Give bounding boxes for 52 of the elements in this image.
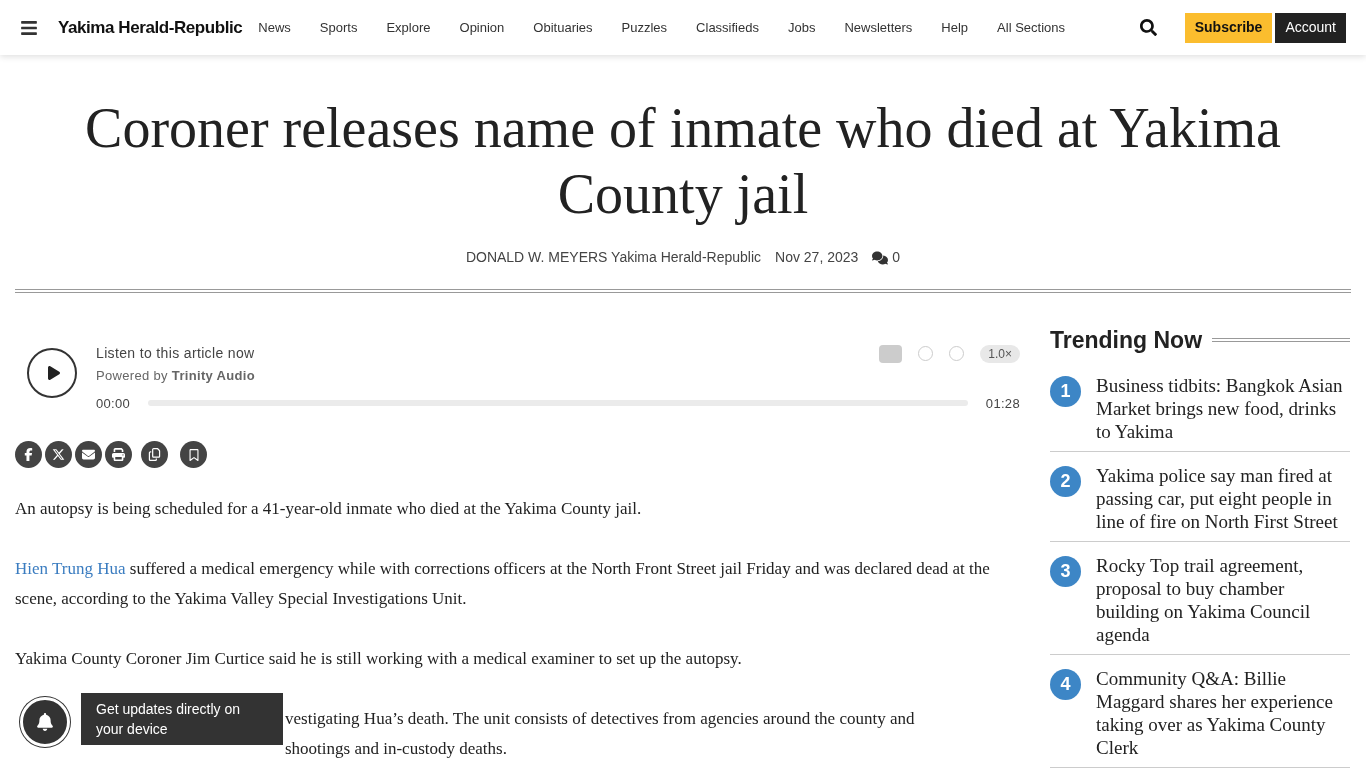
site-logo[interactable]: Yakima Herald-Republic [58, 14, 243, 41]
subscribe-button[interactable]: Subscribe [1184, 12, 1273, 43]
nav-link[interactable]: Help [941, 17, 969, 38]
comment-count[interactable]: 0 [892, 247, 901, 268]
email-icon[interactable] [75, 441, 102, 468]
menu-icon[interactable] [20, 18, 38, 37]
article-paragraph: Yakima County Coroner Jim Curtice said he is still working with a medical examiner to set up the autopsy. [15, 648, 743, 670]
play-button[interactable] [27, 348, 77, 398]
speed-button[interactable]: 1.0× [980, 344, 1020, 363]
account-button[interactable]: Account [1275, 12, 1346, 43]
notification-bell-button[interactable] [20, 697, 70, 747]
copy-icon[interactable] [141, 441, 168, 468]
x-icon[interactable] [45, 441, 72, 468]
person-link[interactable]: Hien Trung Hua [15, 559, 126, 578]
trending-story-link[interactable]: Rocky Top trail agreement, proposal to buy chamber building on Yakima Council agenda [1096, 553, 1350, 646]
bell-icon [36, 713, 54, 731]
nav-link[interactable]: Sports [319, 17, 358, 38]
rank-badge: 4 [1050, 668, 1081, 700]
nav-link[interactable]: Explore [386, 17, 431, 38]
nav-link[interactable]: Jobs [787, 17, 816, 38]
article-text-line: vestigating Hua’s death. The unit consists of detectives from agencies around the county and [285, 708, 916, 730]
publish-date: Nov 27, 2023 [775, 248, 859, 267]
audio-title: Listen to this article now [96, 344, 255, 363]
trending-story-link[interactable]: Community Q&A: Billie Maggard shares her experience taking over as Yakima County Clerk [1096, 666, 1350, 759]
byline: DONALD W. MEYERS Yakima Herald-Republic [465, 248, 762, 267]
rank-badge: 1 [1050, 375, 1081, 407]
comments-icon[interactable] [872, 249, 889, 266]
powered-by: Powered by Trinity Audio [96, 367, 257, 385]
article-paragraph: Hien Trung Hua suffered a medical emergency while with corrections officers at the North Front Street jail Friday and was declared dead at the scene, according to the Yakima Valley Special Investigations Unit. [15, 558, 991, 610]
trending-story-link[interactable]: Yakima police say man fired at passing car, put eight people in line of fire on North First Street [1096, 463, 1350, 533]
nav-link[interactable]: Classifieds [696, 17, 759, 38]
nav-link[interactable]: Opinion [459, 17, 505, 38]
current-time: 00:00 [96, 394, 131, 413]
bookmark-icon[interactable] [180, 441, 207, 468]
nav-link[interactable]: News [258, 17, 291, 38]
article-text-line: shootings and in-custody deaths. [285, 738, 508, 760]
print-icon[interactable] [105, 441, 132, 468]
article-title: Coroner releases name of inmate who died at Yakima County jail [84, 96, 1282, 227]
notification-tooltip: Get updates directly on your device [81, 693, 283, 745]
trending-heading: Trending Now [1050, 326, 1203, 355]
play-icon [46, 365, 62, 381]
rank-badge: 2 [1050, 465, 1081, 497]
duration-time: 01:28 [985, 394, 1020, 413]
nav-link[interactable]: All Sections [997, 17, 1066, 38]
nav-link[interactable]: Puzzles [621, 17, 668, 38]
rank-badge: 3 [1050, 555, 1081, 587]
nav-link[interactable]: Obituaries [533, 17, 593, 38]
search-icon[interactable] [1139, 19, 1157, 36]
facebook-icon[interactable] [15, 441, 42, 468]
article-paragraph: An autopsy is being scheduled for a 41-year-old inmate who died at the Yakima County jail. [15, 498, 643, 520]
nav-link[interactable]: Newsletters [844, 17, 913, 38]
trending-story-link[interactable]: Business tidbits: Bangkok Asian Market brings new food, drinks to Yakima [1096, 373, 1350, 443]
